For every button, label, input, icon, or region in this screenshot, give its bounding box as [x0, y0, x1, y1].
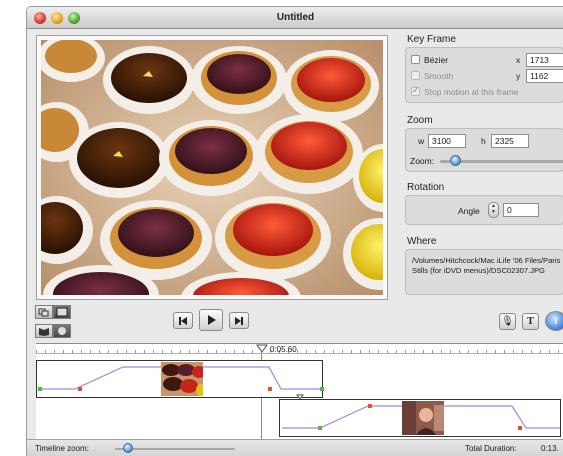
- width-field[interactable]: 3100: [428, 134, 466, 148]
- w-label: w: [418, 136, 425, 146]
- title-text-button[interactable]: T: [522, 313, 539, 330]
- info-button[interactable]: i: [545, 311, 563, 331]
- inspector-panel: Key Frame Bézier x 1713 Smooth y 1162 St…: [405, 32, 563, 317]
- rotation-box: Angle ▲ ▼ 0: [405, 195, 563, 225]
- timeline-clip-1[interactable]: [36, 360, 324, 398]
- previous-frame-icon: [179, 317, 187, 325]
- large-view-button[interactable]: [53, 305, 71, 319]
- h-label: h: [481, 136, 486, 146]
- angle-label: Angle: [458, 206, 480, 216]
- keyframe-marker[interactable]: [318, 426, 322, 430]
- timeline-clip-2[interactable]: [279, 399, 561, 437]
- zoom-header: Zoom: [407, 115, 433, 126]
- where-header: Where: [407, 236, 437, 247]
- play-icon: [208, 315, 216, 325]
- play-button[interactable]: [199, 309, 223, 331]
- previous-frame-button[interactable]: [173, 312, 193, 329]
- file-path: /Volumes/Hitchcock/Mac iLife '06 Files/P…: [412, 256, 561, 275]
- playhead-time: 0:05.60: [270, 345, 297, 354]
- timeline-zoom-label: Timeline zoom:: [35, 444, 89, 453]
- audio-button[interactable]: 🎙: [499, 313, 516, 330]
- key-frame-box: Bézier x 1713 Smooth y 1162 Stop motion …: [405, 47, 563, 103]
- transition-marker-icon[interactable]: [296, 394, 304, 400]
- window-title: Untitled: [276, 12, 315, 23]
- keyframe-marker[interactable]: [368, 404, 372, 408]
- keyframe-marker[interactable]: [320, 387, 324, 391]
- app-window: Untitled Key Frame Bézier x 1713 Smooth …: [26, 6, 563, 456]
- smooth-label: Smooth: [424, 71, 454, 81]
- bottom-bar: Timeline zoom: Total Duration: 0:13.: [27, 439, 563, 456]
- text-icon: T: [527, 316, 534, 327]
- stop-motion-checkbox[interactable]: [411, 85, 420, 96]
- angle-field[interactable]: 0: [503, 203, 539, 217]
- timeline-ruler[interactable]: [36, 344, 563, 354]
- x-label: x: [516, 55, 521, 65]
- microphone-icon: 🎙: [501, 316, 514, 327]
- x-field[interactable]: 1713: [526, 53, 563, 67]
- media-browser-button[interactable]: [35, 324, 53, 338]
- keyframe-marker[interactable]: [518, 426, 522, 430]
- timeline-zoom-track[interactable]: [115, 448, 235, 450]
- clip-thumbnail-tarts: [161, 362, 203, 396]
- bezier-checkbox[interactable]: [411, 55, 420, 64]
- keyframe-marker[interactable]: [38, 387, 42, 391]
- y-label: y: [516, 71, 521, 81]
- effects-button[interactable]: [53, 324, 71, 338]
- total-duration-value: 0:13.: [541, 444, 559, 453]
- next-frame-button[interactable]: [229, 312, 249, 329]
- next-frame-icon: [235, 317, 243, 325]
- rotation-header: Rotation: [407, 182, 445, 193]
- title-bar: Untitled: [27, 7, 563, 29]
- playhead-icon[interactable]: [256, 344, 268, 354]
- photo-preview-frame: [27, 34, 415, 325]
- info-icon: i: [554, 316, 558, 327]
- zoom-slider-knob[interactable]: [450, 155, 461, 166]
- zoom-slider-label: Zoom:: [410, 156, 435, 166]
- small-view-button[interactable]: [35, 305, 53, 319]
- zoom-box: w 3100 h 2325 Zoom:: [405, 128, 563, 172]
- y-field[interactable]: 1162: [526, 69, 563, 83]
- height-field[interactable]: 2325: [491, 134, 529, 148]
- bezier-label: Bézier: [424, 55, 449, 65]
- stop-motion-label: Stop motion at this frame: [424, 87, 519, 97]
- keyframe-marker[interactable]: [78, 387, 82, 391]
- total-duration-label: Total Duration:: [465, 444, 517, 453]
- smooth-checkbox[interactable]: [411, 71, 420, 80]
- timeline-zoom-knob[interactable]: [123, 443, 133, 453]
- photo-preview[interactable]: [27, 34, 415, 325]
- angle-stepper[interactable]: ▲ ▼: [488, 202, 499, 218]
- where-box: /Volumes/Hitchcock/Mac iLife '06 Files/P…: [405, 249, 563, 295]
- timeline[interactable]: 0:05.60: [36, 343, 563, 440]
- keyframe-marker[interactable]: [268, 387, 272, 391]
- clip-thumbnail-portrait: [402, 401, 444, 435]
- key-frame-header: Key Frame: [407, 34, 456, 45]
